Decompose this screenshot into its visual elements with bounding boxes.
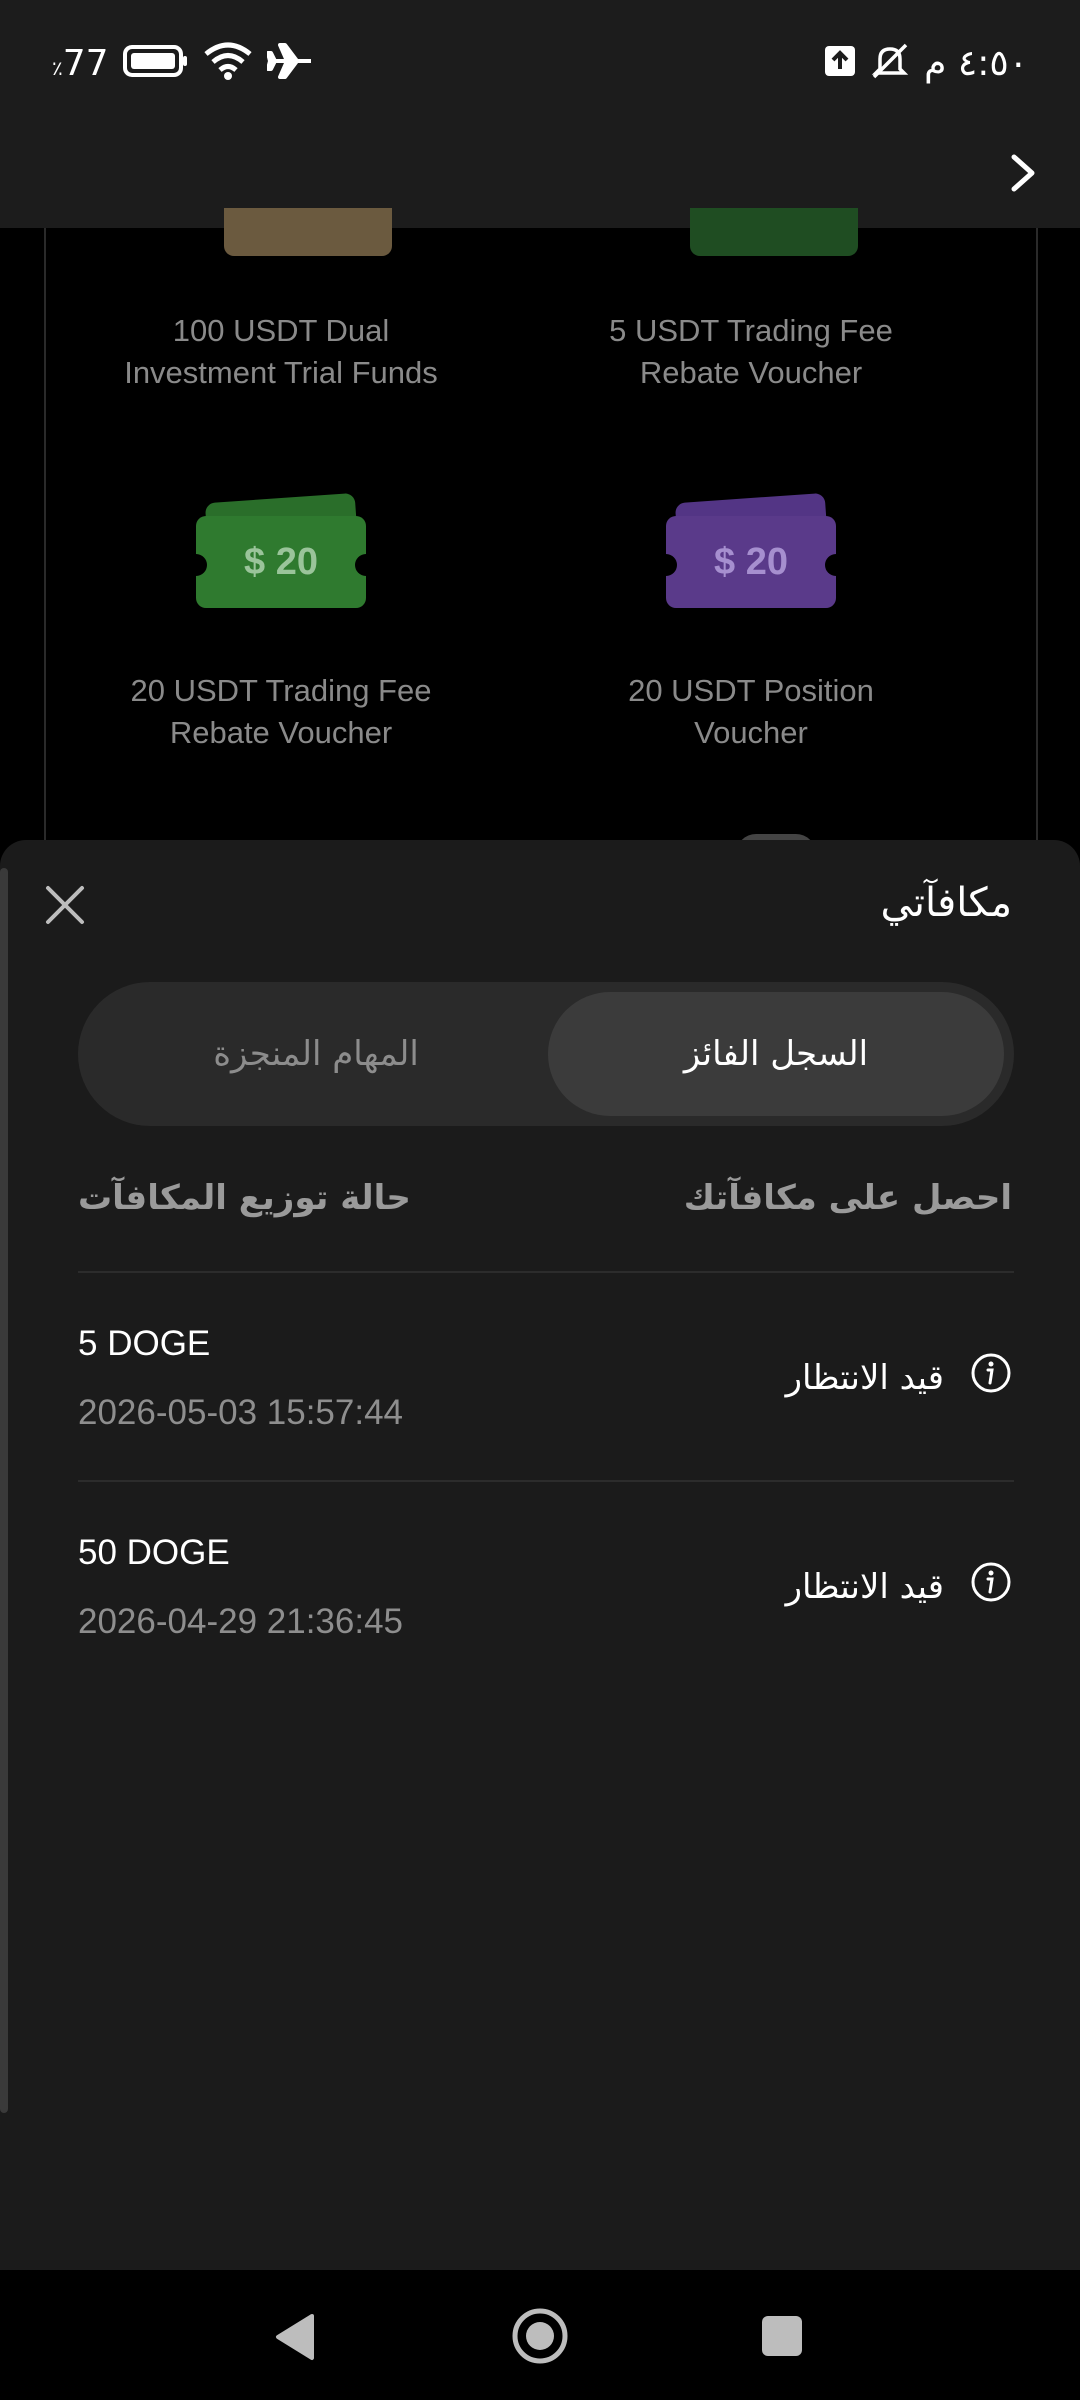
scrollbar[interactable] (0, 868, 8, 2113)
voucher-panel: 100 USDT Dual Investment Trial Funds 5 U… (44, 208, 1038, 868)
voucher-ticket: $ 20 (185, 492, 377, 608)
segmented-tabs: السجل الفائز المهام المنجزة (78, 982, 1014, 1126)
tab-completed-tasks[interactable]: المهام المنجزة (88, 992, 544, 1116)
voucher-item[interactable]: 5 USDT Trading Fee Rebate Voucher (516, 310, 986, 394)
voucher-item[interactable]: $ 20 20 USDT Trading Fee Rebate Voucher (46, 492, 516, 754)
muted-bell-icon (870, 41, 910, 86)
voucher-label: 20 USDT Position Voucher (628, 673, 874, 750)
recents-icon[interactable] (760, 2314, 804, 2358)
close-icon[interactable] (40, 880, 90, 930)
system-nav-bar (0, 2270, 1080, 2400)
voucher-ticket-2 (690, 208, 858, 256)
reward-amount: 5 DOGE (78, 1324, 211, 1363)
airplane-mode-icon (265, 41, 313, 86)
voucher-grid-background: 100 USDT Dual Investment Trial Funds 5 U… (0, 208, 1080, 868)
voucher-label: 5 USDT Trading Fee Rebate Voucher (609, 313, 893, 390)
reward-date: 2026-05-03 15:57:44 (78, 1393, 403, 1432)
status-left: ٪77 (52, 38, 313, 88)
wifi-icon (203, 41, 253, 86)
voucher-ticket: $ 20 (655, 492, 847, 608)
info-icon[interactable] (970, 1352, 1012, 1403)
divider (78, 1480, 1014, 1482)
voucher-label: 100 USDT Dual Investment Trial Funds (124, 313, 438, 390)
status-bar: ٪77 ٤:٥٠ م (0, 0, 1080, 125)
chevron-right-icon[interactable] (992, 143, 1052, 203)
voucher-label: 20 USDT Trading Fee Rebate Voucher (130, 673, 432, 750)
tab-winning-record[interactable]: السجل الفائز (548, 992, 1004, 1116)
reward-status: قيد الانتظار (786, 1561, 1012, 1612)
info-icon[interactable] (970, 1561, 1012, 1612)
battery-level: ٪77 (52, 42, 109, 84)
status-text: قيد الانتظار (785, 1357, 944, 1398)
back-icon[interactable] (272, 2312, 316, 2362)
battery-icon (122, 44, 189, 83)
reward-amount: 50 DOGE (78, 1533, 230, 1572)
voucher-amount: $ 20 (666, 516, 836, 608)
voucher-amount: $ 20 (196, 516, 366, 608)
divider (78, 1271, 1014, 1273)
upload-notification-icon (824, 45, 856, 82)
reward-date: 2026-04-29 21:36:45 (78, 1602, 403, 1641)
status-right: ٤:٥٠ م (824, 38, 1028, 88)
sheet-title: مكافآتي (880, 880, 1012, 926)
column-header-distribution-status: حالة توزيع المكافآت (78, 1178, 411, 1218)
app-bar (0, 125, 1080, 228)
reward-status: قيد الانتظار (786, 1352, 1012, 1403)
column-header-rewards: احصل على مكافآتك (683, 1178, 1012, 1218)
clock: ٤:٥٠ م (924, 42, 1028, 84)
home-icon[interactable] (510, 2306, 570, 2366)
rewards-bottom-sheet: مكافآتي السجل الفائز المهام المنجزة احصل… (0, 840, 1080, 2270)
voucher-item[interactable]: $ 20 20 USDT Position Voucher (516, 492, 986, 754)
voucher-item[interactable]: 100 USDT Dual Investment Trial Funds (46, 310, 516, 394)
voucher-ticket-1 (224, 208, 392, 256)
status-text: قيد الانتظار (785, 1566, 944, 1607)
